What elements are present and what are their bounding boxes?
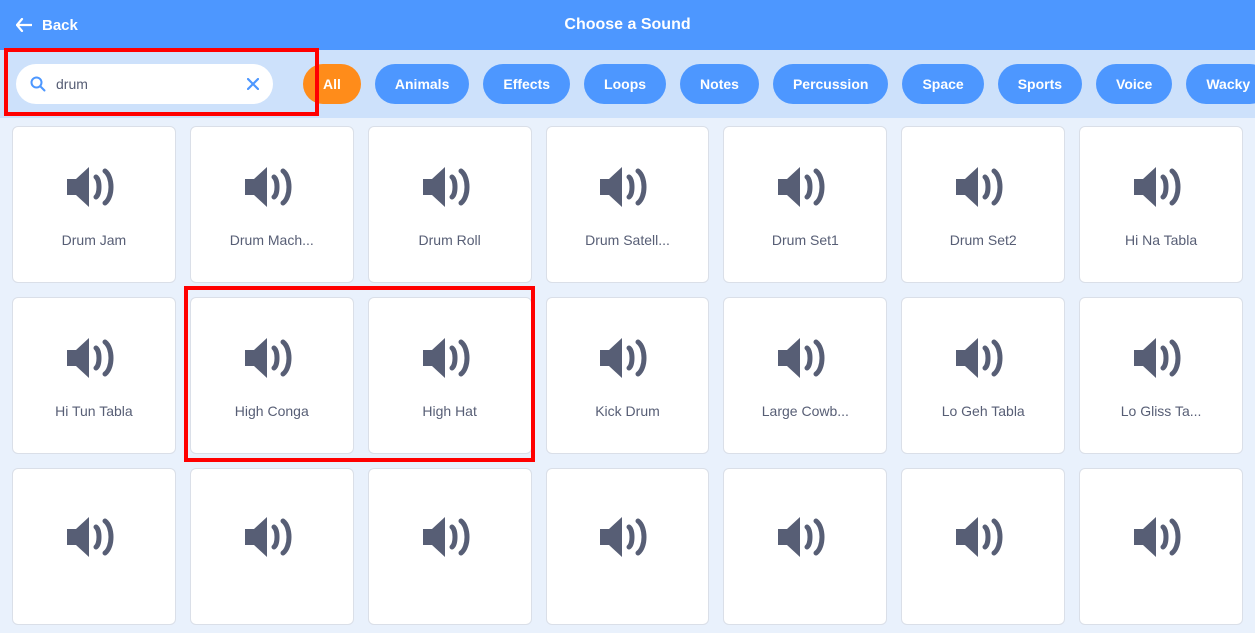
category-notes[interactable]: Notes [680,64,759,104]
category-effects[interactable]: Effects [483,64,570,104]
speaker-icon [596,162,658,212]
sound-card[interactable] [190,468,354,625]
sound-card[interactable] [546,468,710,625]
sound-card[interactable]: Drum Jam [12,126,176,283]
page-title: Choose a Sound [564,16,690,34]
sound-card[interactable] [723,468,887,625]
sound-label: Drum Satell... [557,232,699,248]
sound-card[interactable]: Drum Set2 [901,126,1065,283]
speaker-icon [241,333,303,383]
sound-card[interactable]: Drum Satell... [546,126,710,283]
speaker-icon [63,333,125,383]
category-list: All Animals Effects Loops Notes Percussion Spa… [303,64,1255,104]
sound-card[interactable] [901,468,1065,625]
sound-label: Drum Set1 [734,232,876,248]
clear-icon[interactable] [247,78,259,90]
sound-label: Lo Gliss Ta... [1090,403,1232,419]
sound-label: Kick Drum [557,403,699,419]
sound-grid: Drum Jam Drum Mach... Drum Roll Drum Satell… [0,118,1255,633]
speaker-icon [774,333,836,383]
sound-label: Large Cowb... [734,403,876,419]
category-percussion[interactable]: Percussion [773,64,888,104]
back-label: Back [42,17,78,34]
sound-card[interactable]: Drum Roll [368,126,532,283]
speaker-icon [952,162,1014,212]
sound-card[interactable]: Drum Mach... [190,126,354,283]
category-space[interactable]: Space [902,64,983,104]
sound-card[interactable]: Hi Tun Tabla [12,297,176,454]
sound-card[interactable]: Lo Geh Tabla [901,297,1065,454]
category-wacky[interactable]: Wacky [1186,64,1255,104]
speaker-icon [419,333,481,383]
search-input[interactable] [56,76,237,92]
sound-card[interactable]: Drum Set1 [723,126,887,283]
sound-card[interactable]: High Hat [368,297,532,454]
speaker-icon [63,512,125,562]
search-icon [30,76,46,92]
sound-label: Drum Set2 [912,232,1054,248]
speaker-icon [1130,162,1192,212]
category-animals[interactable]: Animals [375,64,469,104]
speaker-icon [596,512,658,562]
sound-label: Lo Geh Tabla [912,403,1054,419]
speaker-icon [241,162,303,212]
speaker-icon [1130,512,1192,562]
speaker-icon [952,512,1014,562]
sound-label: Drum Roll [379,232,521,248]
speaker-icon [774,162,836,212]
sound-label: High Hat [379,403,521,419]
filter-bar: All Animals Effects Loops Notes Percussion Spa… [0,50,1255,118]
speaker-icon [241,512,303,562]
speaker-icon [596,333,658,383]
sound-card[interactable] [1079,468,1243,625]
speaker-icon [63,162,125,212]
sound-card[interactable] [368,468,532,625]
category-voice[interactable]: Voice [1096,64,1172,104]
sound-card[interactable]: Kick Drum [546,297,710,454]
header: Back Choose a Sound [0,0,1255,50]
sound-card[interactable]: Large Cowb... [723,297,887,454]
sound-label: Drum Jam [23,232,165,248]
category-loops[interactable]: Loops [584,64,666,104]
search-container [16,64,273,104]
sound-label: Hi Tun Tabla [23,403,165,419]
sound-card[interactable]: Lo Gliss Ta... [1079,297,1243,454]
speaker-icon [419,162,481,212]
sound-card[interactable]: Hi Na Tabla [1079,126,1243,283]
speaker-icon [952,333,1014,383]
category-sports[interactable]: Sports [998,64,1082,104]
speaker-icon [774,512,836,562]
speaker-icon [1130,333,1192,383]
category-all[interactable]: All [303,64,361,104]
arrow-left-icon [16,18,32,32]
back-button[interactable]: Back [16,17,78,34]
speaker-icon [419,512,481,562]
sound-card[interactable]: High Conga [190,297,354,454]
sound-label: Drum Mach... [201,232,343,248]
sound-label: High Conga [201,403,343,419]
sound-card[interactable] [12,468,176,625]
sound-label: Hi Na Tabla [1090,232,1232,248]
